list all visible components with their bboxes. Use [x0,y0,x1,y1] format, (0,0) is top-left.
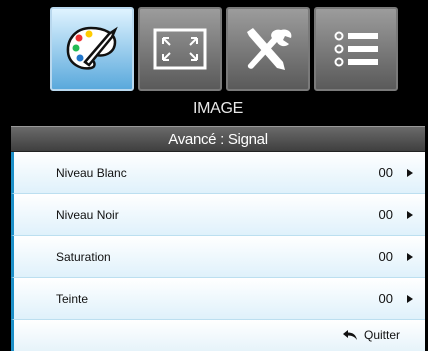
tab-setup[interactable] [226,7,310,91]
arrow-right-icon[interactable] [407,252,413,261]
back-arrow-icon [342,330,357,340]
arrow-right-icon[interactable] [407,210,413,219]
menu-item-label: Niveau Blanc [56,165,127,180]
menu-item-value: 00 [378,207,393,222]
tab-image[interactable] [50,7,134,91]
menu-item-value: 00 [378,291,393,306]
palette-icon [66,26,118,70]
arrow-right-icon[interactable] [407,294,413,303]
menu-title: IMAGE [11,91,425,126]
menu-item-label: Niveau Noir [56,207,119,222]
tab-options[interactable] [314,7,398,91]
menu-item-niveau-blanc[interactable]: Niveau Blanc 00 [11,152,425,194]
quit-button[interactable]: Quitter [342,328,400,342]
menu-item-teinte[interactable]: Teinte 00 [11,278,425,320]
menu-item-label: Saturation [56,249,111,264]
footer-bar: Quitter [11,320,425,351]
tab-bar [50,7,400,91]
screen-resize-icon [153,28,207,70]
list-icon [334,31,378,67]
menu-item-niveau-noir[interactable]: Niveau Noir 00 [11,194,425,236]
quit-label: Quitter [363,328,400,342]
settings-list: Niveau Blanc 00 Niveau Noir 00 Saturatio… [11,152,425,320]
menu-item-saturation[interactable]: Saturation 00 [11,236,425,278]
tab-display[interactable] [138,7,222,91]
menu-item-value: 00 [378,249,393,264]
tools-icon [247,28,292,70]
submenu-title: Avancé : Signal [11,126,425,152]
arrow-right-icon[interactable] [407,168,413,177]
menu-item-label: Teinte [56,291,89,306]
menu-item-value: 00 [378,165,393,180]
